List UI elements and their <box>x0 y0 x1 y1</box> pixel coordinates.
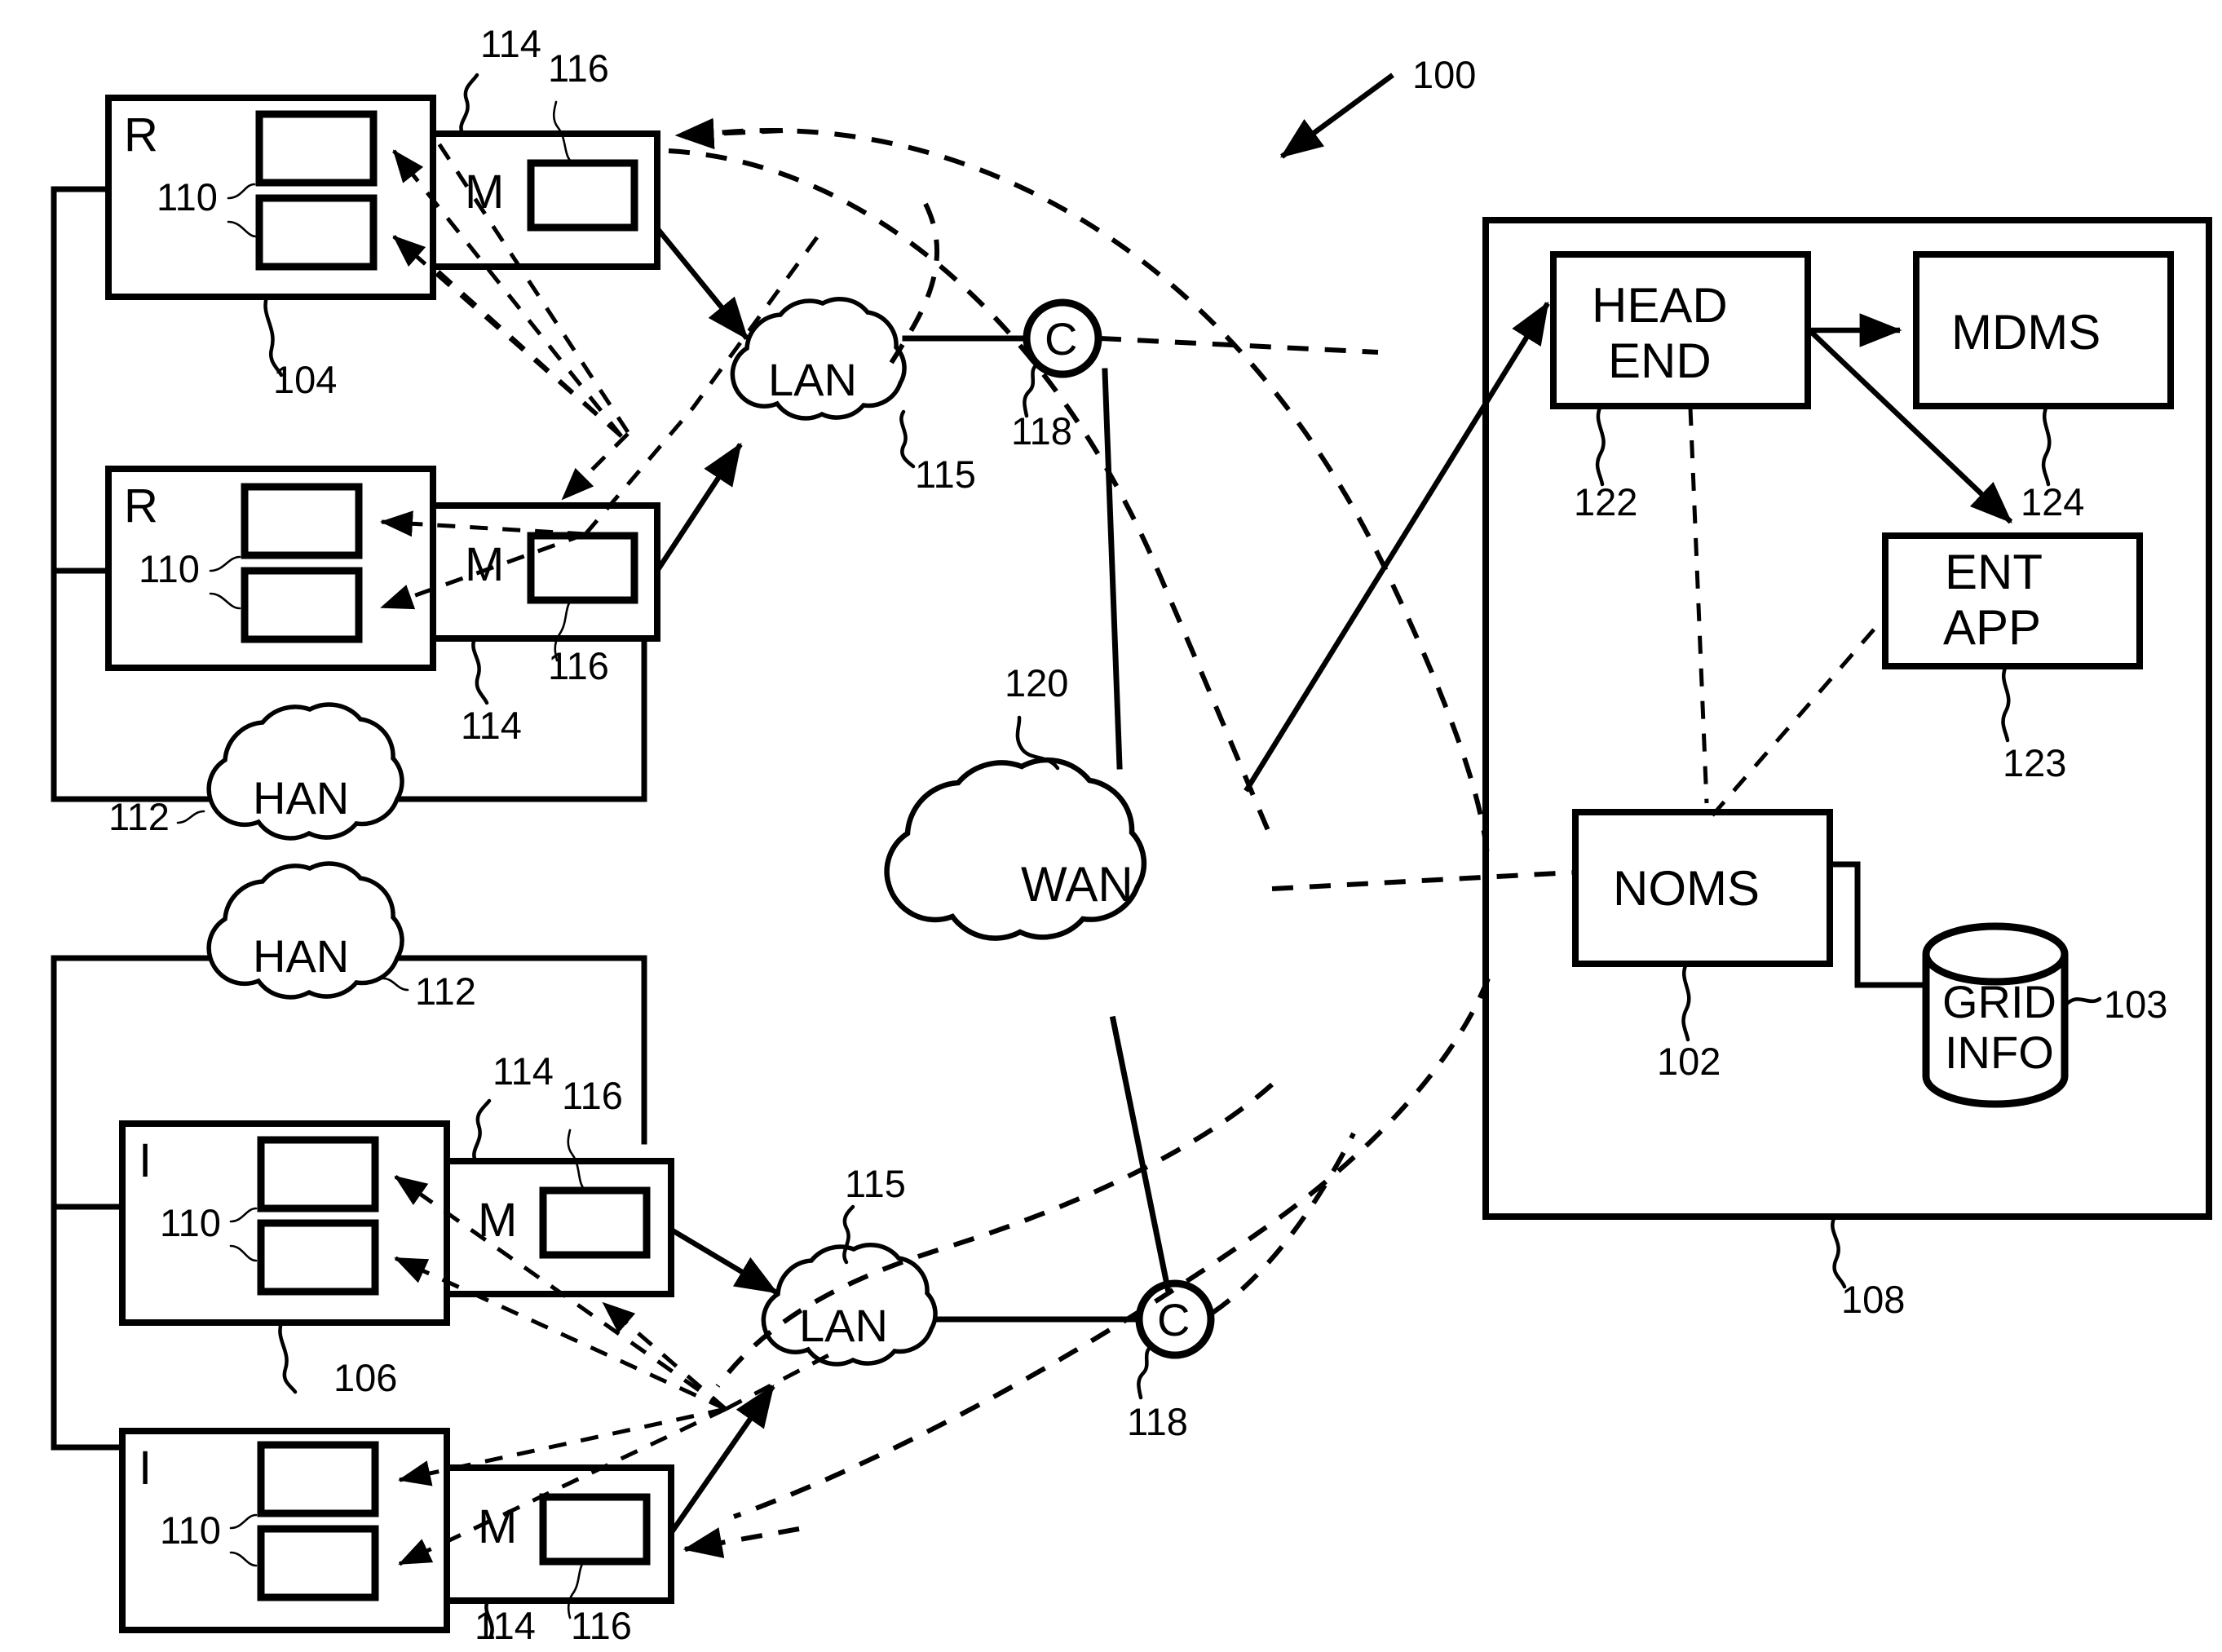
device-inner-top-b[interactable] <box>255 194 378 271</box>
ref-106: 106 <box>334 1356 397 1399</box>
ref-108: 108 <box>1841 1278 1905 1321</box>
lan-label-top: LAN <box>768 354 857 405</box>
ref-110-inv-top: 110 <box>160 1201 221 1244</box>
han-label-top: HAN <box>253 772 349 824</box>
ref-114-inv-top: 114 <box>493 1049 554 1093</box>
inverter-inner-bottom-b[interactable] <box>257 1525 379 1601</box>
ref-103: 103 <box>2104 983 2167 1026</box>
ref-118-top: 118 <box>1011 409 1072 453</box>
device-inner-bottom-a[interactable] <box>241 483 363 559</box>
ref-100: 100 <box>1412 53 1476 96</box>
ref-110-top: 110 <box>157 175 218 219</box>
grid-info-line1: GRID <box>1942 976 2056 1027</box>
meter-inner-second[interactable] <box>527 532 638 604</box>
wan-label: WAN <box>1021 857 1133 912</box>
grid-info-bottom-arc <box>1922 1076 2069 1108</box>
ref-123: 123 <box>2003 741 2066 784</box>
ref-116-top: 116 <box>548 46 609 90</box>
figure-canvas: R 110 104 M 114 116 R 110 M 114 116 HAN … <box>0 0 2222 1652</box>
ref-112-bottom: 112 <box>415 970 476 1013</box>
inverter-inner-bottom-a[interactable] <box>257 1441 379 1517</box>
inverter-inner-top-a[interactable] <box>257 1136 379 1212</box>
ref-110-inv-bottom: 110 <box>160 1508 221 1552</box>
ref-118-bottom: 118 <box>1127 1400 1188 1443</box>
ref-116-second: 116 <box>548 644 609 687</box>
resource-letter-bottom: R <box>124 479 158 532</box>
grid-info-top-ellipse <box>1922 922 2069 986</box>
ref-104: 104 <box>273 358 337 401</box>
collector-letter-bottom: C <box>1157 1294 1190 1345</box>
noms-label: NOMS <box>1613 861 1760 916</box>
head-end-line1: HEAD <box>1592 278 1728 333</box>
ent-app-line2: APP <box>1943 600 2041 655</box>
meter-letter-second: M <box>465 538 504 591</box>
ref-122: 122 <box>1574 480 1637 523</box>
ref-114-inv-bottom: 114 <box>475 1604 536 1647</box>
meter-inner-top[interactable] <box>527 159 638 232</box>
device-inner-bottom-b[interactable] <box>241 567 363 643</box>
ref-112-top: 112 <box>108 795 170 838</box>
mdms-label: MDMS <box>1951 305 2101 360</box>
han-label-bottom: HAN <box>253 930 349 982</box>
ref-114-second: 114 <box>461 704 522 747</box>
lan-label-bottom: LAN <box>799 1300 888 1351</box>
device-inner-top-a[interactable] <box>255 110 378 187</box>
ref-120: 120 <box>1005 661 1068 705</box>
inverter-node-bottom[interactable]: I 110 <box>119 1428 450 1633</box>
ref-102: 102 <box>1657 1040 1721 1083</box>
patent-figure: R 110 104 M 114 116 R 110 M 114 116 HAN … <box>0 0 2222 1652</box>
ref-110-bottom: 110 <box>139 547 200 590</box>
ent-app-line1: ENT <box>1945 545 2043 599</box>
meter-inner-inv-top[interactable] <box>539 1186 651 1259</box>
ref-116-inv-top: 116 <box>562 1074 623 1117</box>
meter-inner-inv-bottom[interactable] <box>539 1493 651 1566</box>
head-end-line2: END <box>1608 333 1712 388</box>
grid-info-line2: INFO <box>1945 1027 2054 1078</box>
inverter-letter-top: I <box>139 1134 152 1187</box>
resource-node-bottom[interactable]: R 110 <box>105 466 436 671</box>
collector-letter-top: C <box>1045 313 1077 364</box>
inverter-letter-bottom: I <box>139 1442 152 1495</box>
meter-letter-inv-bottom: M <box>478 1500 517 1553</box>
resource-letter-top: R <box>124 108 158 161</box>
ref-114-top: 114 <box>480 22 541 65</box>
inverter-inner-top-b[interactable] <box>257 1219 379 1296</box>
ref-124: 124 <box>2021 480 2084 523</box>
ref-115-bottom: 115 <box>845 1162 906 1205</box>
ref-115-top: 115 <box>915 453 976 496</box>
ref-116-inv-bottom: 116 <box>571 1604 632 1647</box>
